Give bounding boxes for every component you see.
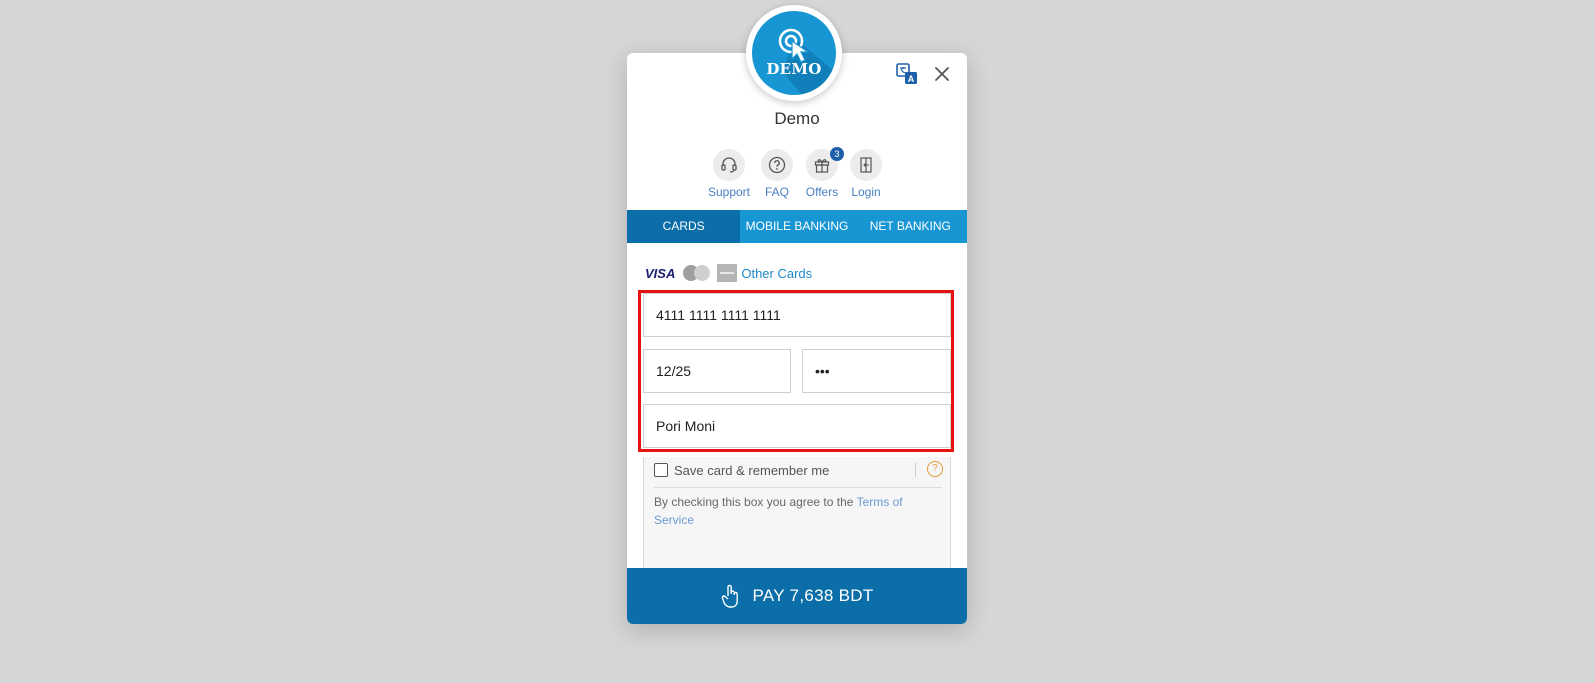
- question-icon: [768, 156, 786, 174]
- translate-button[interactable]: A: [896, 63, 918, 85]
- tab-cards[interactable]: CARDS: [627, 210, 741, 243]
- close-button[interactable]: [932, 64, 952, 84]
- faq-link[interactable]: FAQ: [752, 149, 802, 199]
- visa-logo: VISA: [645, 265, 676, 281]
- tab-mobile-banking[interactable]: MOBILE BANKING: [740, 210, 853, 243]
- svg-text:A: A: [908, 74, 915, 84]
- payment-modal: DEMO A Demo Support FAQ 3 Offers Login C…: [627, 5, 967, 624]
- help-icon[interactable]: ?: [927, 461, 943, 477]
- highlight-box: [638, 290, 954, 452]
- translate-icon: A: [896, 63, 917, 84]
- merchant-name: Demo: [774, 109, 820, 128]
- logo-text: DEMO: [766, 60, 822, 78]
- mastercard-icon: [683, 264, 711, 282]
- payment-method-tabs: CARDS MOBILE BANKING NET BANKING: [627, 210, 967, 243]
- tab-net-banking[interactable]: NET BANKING: [854, 210, 967, 243]
- login-icon: [860, 157, 872, 173]
- headset-icon: [721, 157, 737, 173]
- divider: [654, 487, 942, 488]
- terms-text: By checking this box you agree to the Te…: [654, 493, 944, 529]
- terms-prefix: By checking this box you agree to the: [654, 495, 857, 509]
- divider: [915, 463, 916, 477]
- offers-label: Offers: [805, 185, 839, 199]
- support-link[interactable]: Support: [704, 149, 754, 199]
- save-card-label[interactable]: Save card & remember me: [674, 463, 829, 478]
- support-label: Support: [707, 185, 751, 199]
- faq-label: FAQ: [764, 185, 789, 199]
- close-icon: [935, 67, 949, 81]
- card-brands-row: VISA Other Cards: [645, 263, 812, 283]
- login-link[interactable]: Login: [841, 149, 891, 199]
- save-card-panel: Save card & remember me ? By checking th…: [643, 457, 951, 585]
- click-cursor-icon: [778, 28, 836, 95]
- gift-icon: [814, 159, 830, 173]
- tap-hand-icon: [722, 584, 739, 608]
- offers-link[interactable]: 3 Offers: [797, 147, 847, 199]
- pay-button[interactable]: PAY 7,638 BDT: [627, 568, 967, 624]
- save-card-checkbox[interactable]: [654, 463, 668, 477]
- amex-icon: [717, 264, 738, 282]
- pay-button-label: PAY 7,638 BDT: [752, 586, 874, 605]
- other-cards-link[interactable]: Other Cards: [741, 266, 812, 281]
- login-label: Login: [851, 185, 881, 199]
- merchant-logo: DEMO: [746, 5, 842, 101]
